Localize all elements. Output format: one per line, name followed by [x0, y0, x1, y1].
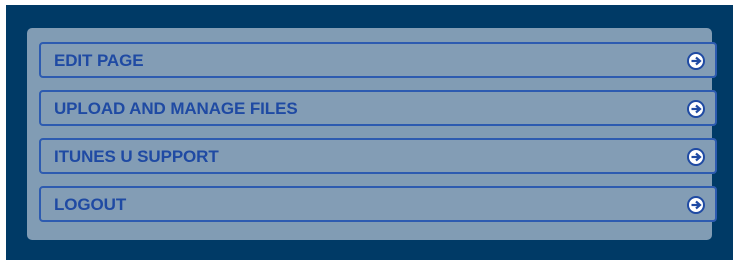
logout-label: LOGOUT: [54, 195, 127, 214]
arrow-right-circle-icon: [687, 100, 705, 118]
menu-panel: EDIT PAGE UPLOAD AND MANAGE FILES ITUNES…: [27, 28, 717, 240]
edit-page-button[interactable]: EDIT PAGE: [39, 42, 717, 78]
upload-manage-files-button[interactable]: UPLOAD AND MANAGE FILES: [39, 90, 717, 126]
itunes-u-support-button[interactable]: ITUNES U SUPPORT: [39, 138, 717, 174]
logout-button[interactable]: LOGOUT: [39, 186, 717, 222]
arrow-right-circle-icon: [687, 52, 705, 70]
upload-manage-files-label: UPLOAD AND MANAGE FILES: [54, 99, 298, 118]
itunes-u-support-label: ITUNES U SUPPORT: [54, 147, 219, 166]
arrow-right-circle-icon: [687, 148, 705, 166]
arrow-right-circle-icon: [687, 196, 705, 214]
menu-frame: EDIT PAGE UPLOAD AND MANAGE FILES ITUNES…: [6, 5, 733, 260]
edit-page-label: EDIT PAGE: [54, 51, 144, 70]
